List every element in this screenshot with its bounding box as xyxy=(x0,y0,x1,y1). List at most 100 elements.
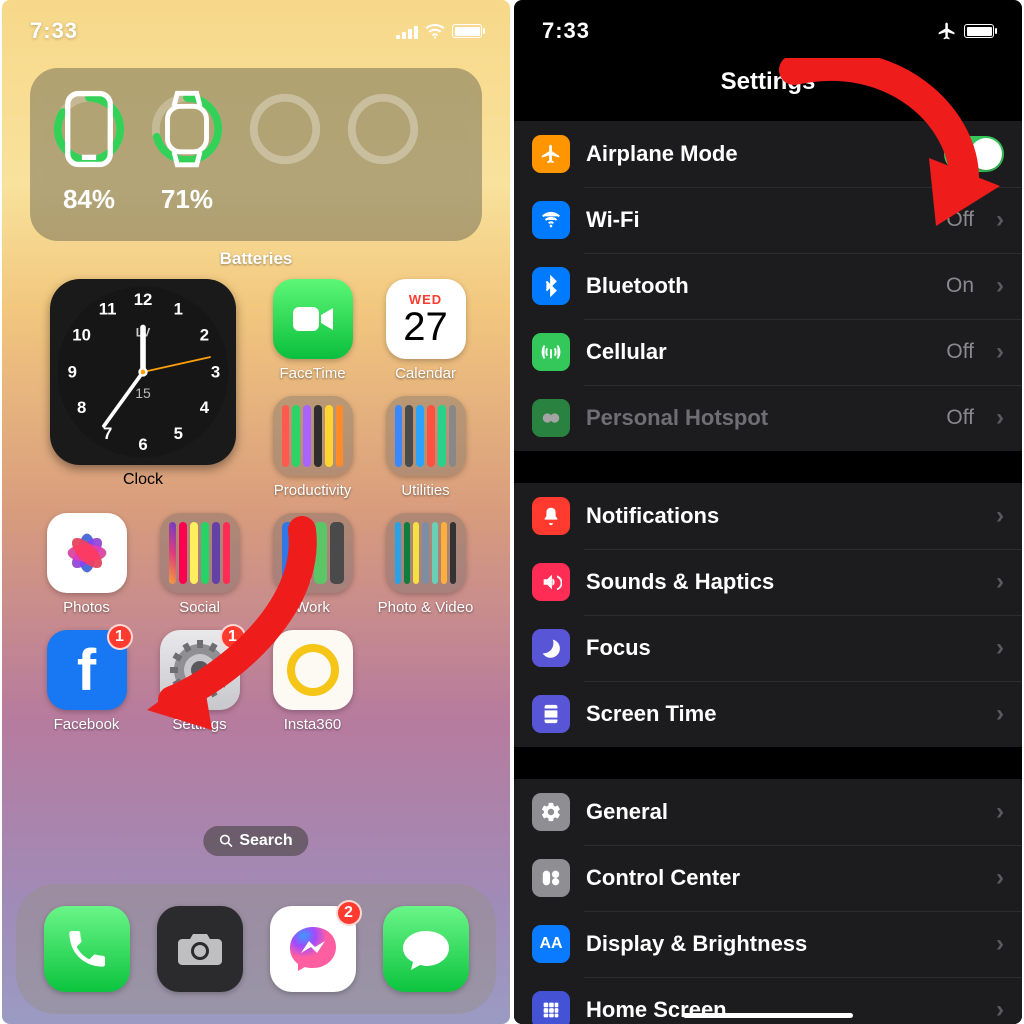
productivity-label: Productivity xyxy=(274,482,352,499)
insta360-label: Insta360 xyxy=(284,716,342,733)
calendar-day: 27 xyxy=(403,307,448,347)
chevron-icon: › xyxy=(996,568,1004,596)
chevron-icon: › xyxy=(996,404,1004,432)
folder-work[interactable]: Work xyxy=(256,513,369,616)
photos-label: Photos xyxy=(63,599,110,616)
chevron-icon: › xyxy=(996,634,1004,662)
home-screen: 7:33 84% 71% Batteries xyxy=(2,0,510,1024)
clock-widget[interactable]: 1212 345 678 91011 LV 15 Clock xyxy=(30,279,256,499)
calendar-label: Calendar xyxy=(395,365,456,382)
work-label: Work xyxy=(295,599,330,616)
app-facetime[interactable]: FaceTime xyxy=(256,279,369,382)
chevron-icon: › xyxy=(996,930,1004,958)
dock-messages[interactable] xyxy=(383,906,469,992)
cellular-label: Cellular xyxy=(586,339,930,365)
status-time: 7:33 xyxy=(30,18,78,44)
facebook-badge: 1 xyxy=(107,624,133,650)
app-facebook[interactable]: f1 Facebook xyxy=(30,630,143,733)
cellular-value: Off xyxy=(946,340,974,364)
folder-utilities[interactable]: Utilities xyxy=(369,396,482,499)
svg-text:5: 5 xyxy=(174,424,183,443)
row-hotspot[interactable]: Personal Hotspot Off › xyxy=(514,385,1022,451)
dock-camera[interactable] xyxy=(157,906,243,992)
notifications-label: Notifications xyxy=(586,503,974,529)
svg-text:3: 3 xyxy=(211,363,220,382)
wifi-value: Off xyxy=(946,208,974,232)
phone-battery-ring xyxy=(50,90,128,168)
widget-label: Batteries xyxy=(2,249,510,269)
bluetooth-value: On xyxy=(946,274,974,298)
svg-text:12: 12 xyxy=(134,290,153,309)
settings-badge: 1 xyxy=(220,624,246,650)
empty-ring-1 xyxy=(246,90,324,168)
hotspot-label: Personal Hotspot xyxy=(586,405,930,431)
chevron-icon: › xyxy=(996,864,1004,892)
folder-social[interactable]: Social xyxy=(143,513,256,616)
row-notifications[interactable]: Notifications› xyxy=(514,483,1022,549)
svg-text:15: 15 xyxy=(135,385,151,401)
row-general[interactable]: General› xyxy=(514,779,1022,845)
settings-group-notifications: Notifications› Sounds & Haptics› Focus› … xyxy=(514,482,1022,748)
svg-text:6: 6 xyxy=(138,435,147,454)
dock-phone[interactable] xyxy=(44,906,130,992)
search-pill[interactable]: Search xyxy=(203,826,308,856)
row-sounds[interactable]: Sounds & Haptics › xyxy=(514,549,1022,615)
clock-label: Clock xyxy=(123,471,163,489)
app-insta360[interactable]: Insta360 xyxy=(256,630,369,733)
batteries-widget[interactable]: 84% 71% xyxy=(30,68,482,241)
row-wifi[interactable]: Wi-Fi Off› xyxy=(514,187,1022,253)
social-label: Social xyxy=(179,599,220,616)
row-airplane-mode[interactable]: Airplane Mode xyxy=(514,121,1022,187)
status-time: 7:33 xyxy=(542,18,590,44)
bluetooth-label: Bluetooth xyxy=(586,273,930,299)
focus-label: Focus xyxy=(586,635,974,661)
cell-signal-icon xyxy=(396,23,418,39)
airplane-label: Airplane Mode xyxy=(586,141,928,167)
facetime-label: FaceTime xyxy=(279,365,345,382)
search-icon xyxy=(219,834,233,848)
row-display[interactable]: AA Display & Brightness› xyxy=(514,911,1022,977)
phone-battery-pct: 84% xyxy=(50,184,128,215)
chevron-icon: › xyxy=(996,700,1004,728)
dock-messenger[interactable]: 2 xyxy=(270,906,356,992)
chevron-icon: › xyxy=(996,272,1004,300)
facebook-label: Facebook xyxy=(54,716,120,733)
sounds-label: Sounds & Haptics xyxy=(586,569,974,595)
settings-group-connectivity: Airplane Mode Wi-Fi Off› Bluetooth On› C… xyxy=(514,120,1022,452)
photovideo-label: Photo & Video xyxy=(378,599,474,616)
folder-productivity[interactable]: Productivity xyxy=(256,396,369,499)
battery-icon xyxy=(964,24,994,38)
svg-text:8: 8 xyxy=(77,398,86,417)
display-label: Display & Brightness xyxy=(586,931,974,957)
settings-group-general: General› Control Center› AA Display & Br… xyxy=(514,778,1022,1024)
app-calendar[interactable]: WED 27 Calendar xyxy=(369,279,482,382)
home-indicator[interactable] xyxy=(683,1013,853,1018)
messenger-badge: 2 xyxy=(336,900,362,926)
svg-text:1: 1 xyxy=(174,299,183,318)
battery-icon xyxy=(452,24,482,38)
chevron-icon: › xyxy=(996,798,1004,826)
wifi-label: Wi-Fi xyxy=(586,207,930,233)
row-bluetooth[interactable]: Bluetooth On › xyxy=(514,253,1022,319)
folder-photo-video[interactable]: Photo & Video xyxy=(369,513,482,616)
app-settings[interactable]: 1 Settings xyxy=(143,630,256,733)
status-right xyxy=(396,23,482,39)
airplane-toggle[interactable] xyxy=(944,136,1004,172)
row-screentime[interactable]: Screen Time › xyxy=(514,681,1022,747)
app-photos[interactable]: Photos xyxy=(30,513,143,616)
watch-battery-ring xyxy=(148,90,226,168)
chevron-icon: › xyxy=(996,338,1004,366)
app-grid: 1212 345 678 91011 LV 15 Clock FaceTime xyxy=(2,269,510,733)
row-focus[interactable]: Focus › xyxy=(514,615,1022,681)
wifi-icon xyxy=(424,23,446,39)
hotspot-value: Off xyxy=(946,406,974,430)
row-controlcenter[interactable]: Control Center› xyxy=(514,845,1022,911)
svg-text:9: 9 xyxy=(68,363,77,382)
settings-screen: 7:33 Settings Airplane Mode Wi-Fi Off› B… xyxy=(514,0,1022,1024)
screentime-label: Screen Time xyxy=(586,701,974,727)
empty-ring-2 xyxy=(344,90,422,168)
row-cellular[interactable]: Cellular Off › xyxy=(514,319,1022,385)
status-bar: 7:33 xyxy=(514,0,1022,50)
utilities-label: Utilities xyxy=(401,482,449,499)
airplane-icon xyxy=(936,21,958,41)
